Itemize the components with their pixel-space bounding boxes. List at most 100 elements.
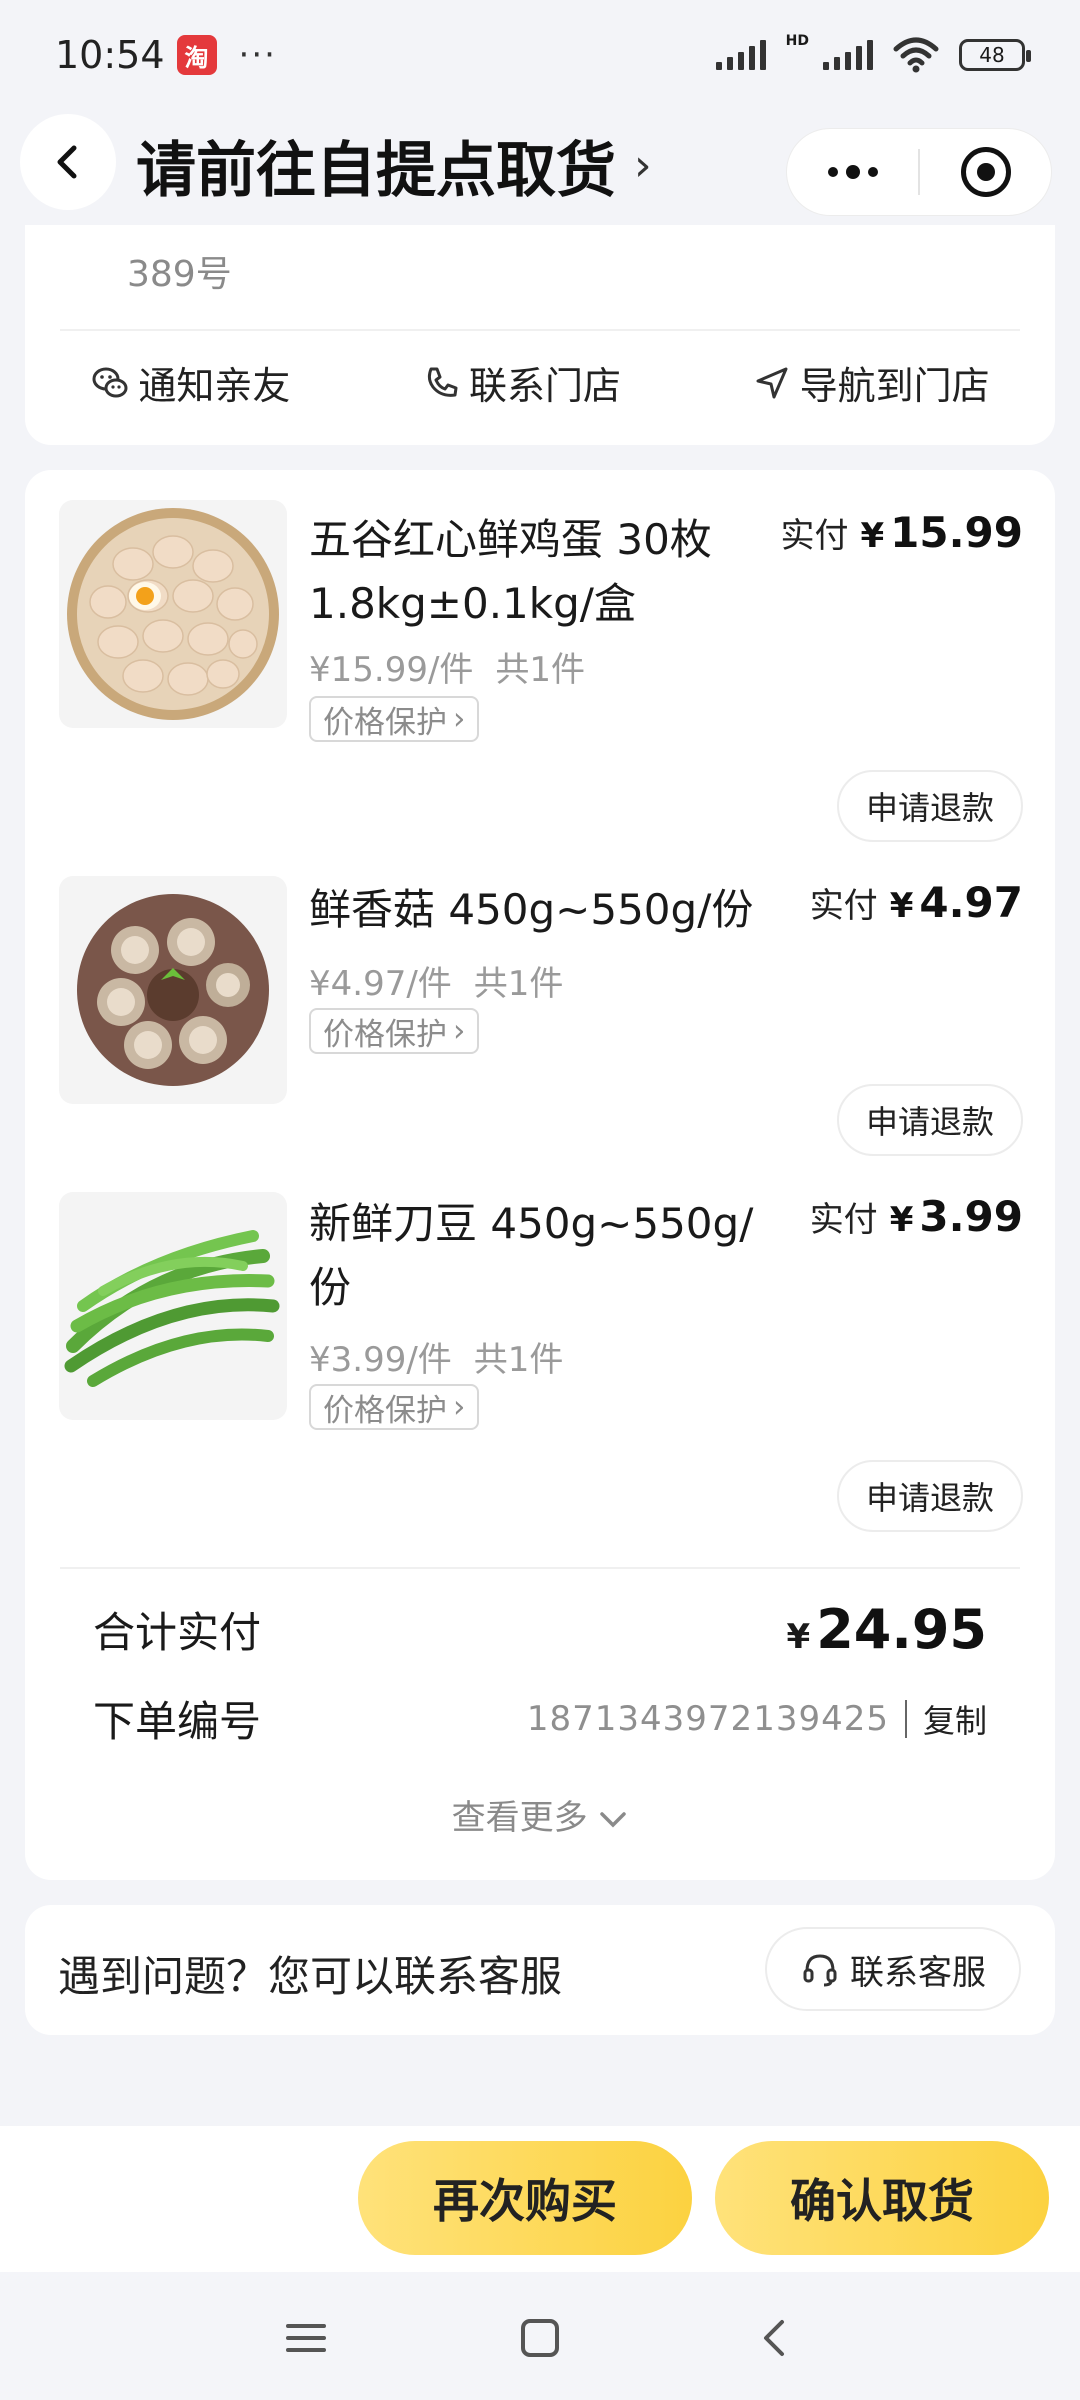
- currency-symbol: ¥: [889, 886, 914, 926]
- quantity: 共1件: [473, 964, 564, 1004]
- paid-label: 实付: [809, 886, 878, 926]
- refund-button[interactable]: 申请退款: [837, 770, 1023, 842]
- currency-symbol: ¥: [860, 516, 885, 556]
- back-button[interactable]: [20, 114, 116, 210]
- view-more-label: 查看更多: [451, 1798, 588, 1838]
- address-actions: 通知亲友 联系门店 导航到门店: [25, 355, 1055, 410]
- order-number-group: 1871343972139425 复制: [527, 1696, 987, 1742]
- address-text: 389号: [127, 254, 232, 295]
- wechat-icon: [92, 367, 128, 397]
- more-options-button[interactable]: [787, 129, 918, 215]
- back-arrow-icon: [764, 2320, 784, 2356]
- view-more-button[interactable]: 查看更多: [25, 1790, 1055, 1839]
- price-quantity: ¥3.99/件 共1件: [309, 1332, 563, 1381]
- bottom-action-bar: 再次购买 确认取货: [0, 2126, 1080, 2272]
- page-title-text: 请前往自提点取货: [136, 136, 616, 206]
- order-number-label: 下单编号: [93, 1697, 262, 1746]
- order-number: 1871343972139425: [526, 1698, 889, 1739]
- more-notifications-icon: ···: [238, 35, 277, 75]
- divider: [60, 329, 1020, 331]
- paid-value: 15.99: [890, 508, 1023, 557]
- refund-button[interactable]: 申请退款: [837, 1460, 1023, 1532]
- cellular-signal-2-icon: [823, 40, 873, 70]
- help-text: 遇到问题？您可以联系客服: [58, 1952, 563, 2001]
- home-button[interactable]: [510, 2308, 570, 2368]
- price-protection-label: 价格保护: [323, 704, 447, 741]
- currency-symbol: ¥: [889, 1200, 914, 1240]
- system-back-button[interactable]: [744, 2308, 804, 2368]
- contact-store-label: 联系门店: [468, 364, 621, 408]
- chevron-left-icon: [57, 145, 77, 179]
- paid-label: 实付: [780, 516, 849, 556]
- product-name: 鲜香菇 450g~550g/份: [309, 885, 754, 934]
- buy-again-button[interactable]: 再次购买: [358, 2141, 692, 2255]
- confirm-pickup-button[interactable]: 确认取货: [715, 2141, 1049, 2255]
- help-card: 遇到问题？您可以联系客服 联系客服: [25, 1905, 1055, 2035]
- header: 请前往自提点取货 ›: [0, 110, 1080, 230]
- address-card: 389号 通知亲友 联系门店 导航到门店: [25, 225, 1055, 445]
- phone-icon: [427, 367, 458, 397]
- paid-value: 4.97: [919, 878, 1023, 927]
- miniapp-capsule: [786, 128, 1052, 216]
- notify-friends-label: 通知亲友: [138, 364, 291, 408]
- price-quantity: ¥15.99/件 共1件: [309, 642, 585, 691]
- order-number-row: 下单编号 1871343972139425 复制: [93, 1688, 987, 1749]
- refund-button[interactable]: 申请退款: [837, 1084, 1023, 1156]
- separator: [904, 1699, 907, 1738]
- notify-friends-button[interactable]: 通知亲友: [90, 355, 290, 410]
- quantity: 共1件: [473, 1340, 564, 1380]
- total-value: 24.95: [816, 1598, 987, 1661]
- total-label: 合计实付: [93, 1608, 262, 1657]
- order-items-card: 五谷红心鲜鸡蛋 30枚 1.8kg±0.1kg/盒 实付 ¥ 15.99 ¥15…: [25, 470, 1055, 1880]
- mushrooms-illustration: [77, 894, 269, 1086]
- wifi-icon: [893, 37, 939, 73]
- paid-value: 3.99: [919, 1192, 1023, 1241]
- price-protection-label: 价格保护: [323, 1016, 447, 1053]
- eggs-image[interactable]: [59, 500, 287, 728]
- chevron-right-icon: ›: [453, 1013, 466, 1049]
- unit-price: ¥15.99/件: [309, 650, 474, 690]
- eggs-illustration: [67, 508, 279, 720]
- navigate-store-button[interactable]: 导航到门店: [752, 355, 990, 410]
- system-navigation-bar: [0, 2272, 1080, 2400]
- product-name: 新鲜刀豆 450g~550g/份: [309, 1199, 754, 1312]
- price-protection-tag[interactable]: 价格保护 ›: [309, 1384, 480, 1430]
- chevron-right-icon: ›: [453, 701, 466, 737]
- paid-amount: 实付 ¥ 15.99: [780, 508, 1023, 557]
- contact-customer-service-label: 联系客服: [850, 1952, 986, 1993]
- divider: [60, 1567, 1020, 1569]
- chevron-down-icon: [600, 1811, 627, 1827]
- recent-apps-button[interactable]: [276, 2308, 336, 2368]
- navigation-icon: [756, 367, 788, 398]
- cellular-signal-icon: [715, 40, 766, 70]
- close-miniapp-button[interactable]: [920, 129, 1051, 215]
- green-beans-image[interactable]: [59, 1192, 287, 1420]
- copy-button[interactable]: 复制: [923, 1696, 987, 1742]
- paid-amount: 实付 ¥ 4.97: [810, 878, 1023, 927]
- beans-illustration: [64, 1230, 280, 1387]
- status-time: 10:54: [55, 33, 165, 77]
- navigate-store-label: 导航到门店: [799, 364, 990, 408]
- chevron-right-icon: ›: [453, 1389, 466, 1425]
- paid-amount: 实付 ¥ 3.99: [810, 1192, 1023, 1241]
- battery-level: 48: [979, 43, 1005, 67]
- headset-icon: [803, 1954, 837, 1987]
- shiitake-image[interactable]: [59, 876, 287, 1104]
- price-protection-tag[interactable]: 价格保护 ›: [309, 696, 480, 742]
- page-title[interactable]: 请前往自提点取货 ›: [136, 122, 652, 209]
- price-protection-tag[interactable]: 价格保护 ›: [309, 1008, 480, 1054]
- price-quantity: ¥4.97/件 共1件: [309, 956, 563, 1005]
- contact-store-button[interactable]: 联系门店: [421, 355, 621, 410]
- product-name: 五谷红心鲜鸡蛋 30枚 1.8kg±0.1kg/盒: [309, 515, 712, 628]
- battery-icon: 48: [959, 39, 1031, 71]
- total-amount: ¥24.95: [787, 1598, 987, 1661]
- quantity: 共1件: [495, 650, 586, 690]
- more-dots-icon: [827, 165, 878, 179]
- square-icon: [521, 2319, 559, 2357]
- unit-price: ¥4.97/件: [309, 964, 452, 1004]
- currency-symbol: ¥: [786, 1617, 811, 1657]
- total-row: 合计实付 ¥24.95: [93, 1598, 987, 1661]
- hd-label: HD: [785, 33, 809, 49]
- menu-icon: [286, 2324, 326, 2352]
- contact-customer-service-button[interactable]: 联系客服: [765, 1927, 1021, 2011]
